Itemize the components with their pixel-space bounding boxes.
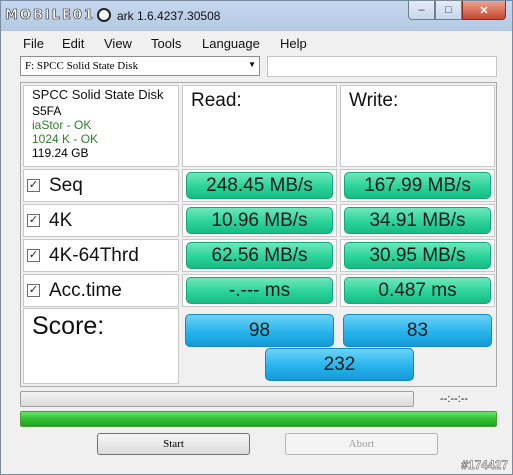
elapsed-time: --:--:--	[440, 393, 469, 405]
4k64-read-value: 62.56 MB/s	[186, 242, 333, 269]
4k64-read-cell: 62.56 MB/s	[182, 239, 337, 272]
4k64-write-value: 30.95 MB/s	[344, 242, 491, 269]
test-progress-bar	[20, 391, 414, 407]
menu-tools[interactable]: Tools	[151, 36, 181, 51]
seq-read-value: 248.45 MB/s	[186, 172, 333, 199]
window-controls: – □ ✕	[408, 1, 506, 20]
overall-progress-bar	[20, 411, 497, 427]
drive-size: 119.24 GB	[32, 146, 89, 160]
seq-write-value: 167.99 MB/s	[344, 172, 491, 199]
mobile01-logo: MOBILE01	[5, 5, 111, 25]
title-bar[interactable]: MOBILE01 ark 1.6.4237.30508 – □ ✕	[1, 1, 512, 31]
test-4k64-row[interactable]: ✓ 4K-64Thrd	[23, 239, 179, 272]
acctime-read-cell: -.--- ms	[182, 274, 337, 307]
drive-select-value: F: SPCC Solid State Disk	[25, 60, 139, 72]
score-label: Score:	[23, 308, 179, 384]
4k-label: 4K	[49, 209, 73, 231]
acctime-write-cell: 0.487 ms	[340, 274, 495, 307]
seq-read-cell: 248.45 MB/s	[182, 169, 337, 202]
abort-button[interactable]: Abort	[285, 433, 438, 455]
drive-select[interactable]: F: SPCC Solid State Disk ▼	[20, 56, 260, 76]
acctime-label: Acc.time	[49, 279, 122, 301]
score-read: 98	[185, 314, 334, 347]
drive-info-panel: SPCC Solid State Disk S5FA iaStor - OK 1…	[23, 85, 179, 167]
read-header: Read:	[182, 85, 337, 167]
4k64-write-cell: 30.95 MB/s	[340, 239, 495, 272]
4k-read-cell: 10.96 MB/s	[182, 204, 337, 237]
seq-label: Seq	[49, 174, 83, 196]
close-button[interactable]: ✕	[462, 1, 506, 20]
4k-read-value: 10.96 MB/s	[186, 207, 333, 234]
test-4k-row[interactable]: ✓ 4K	[23, 204, 179, 237]
menu-file[interactable]: File	[23, 36, 44, 51]
maximize-button[interactable]: □	[435, 1, 462, 20]
menu-edit[interactable]: Edit	[62, 36, 84, 51]
app-window: MOBILE01 ark 1.6.4237.30508 – □ ✕ File E…	[0, 0, 513, 475]
watermark-id: #174427	[461, 458, 508, 472]
4k64-label: 4K-64Thrd	[49, 244, 139, 266]
4k64-checkbox[interactable]: ✓	[27, 249, 40, 262]
seq-checkbox[interactable]: ✓	[27, 179, 40, 192]
write-header: Write:	[340, 85, 495, 167]
menu-view[interactable]: View	[104, 36, 132, 51]
logo-text: MOBILE01	[5, 7, 95, 23]
test-seq-row[interactable]: ✓ Seq	[23, 169, 179, 202]
score-write: 83	[343, 314, 492, 347]
logo-circle-icon	[97, 8, 111, 22]
menu-help[interactable]: Help	[280, 36, 307, 51]
acctime-checkbox[interactable]: ✓	[27, 284, 40, 297]
driver-status: iaStor - OK	[32, 118, 92, 132]
alignment-status: 1024 K - OK	[32, 132, 99, 146]
score-total: 232	[265, 348, 414, 381]
4k-checkbox[interactable]: ✓	[27, 214, 40, 227]
seq-write-cell: 167.99 MB/s	[340, 169, 495, 202]
4k-write-value: 34.91 MB/s	[344, 207, 491, 234]
dropdown-arrow-icon[interactable]: ▼	[248, 60, 256, 69]
minimize-button[interactable]: –	[408, 1, 435, 20]
4k-write-cell: 34.91 MB/s	[340, 204, 495, 237]
menu-bar: File Edit View Tools Language Help	[1, 32, 512, 54]
menu-language[interactable]: Language	[202, 36, 260, 51]
overall-progress-fill	[21, 412, 496, 426]
acctime-write-value: 0.487 ms	[344, 277, 491, 304]
drive-firmware: S5FA	[32, 104, 62, 118]
test-acctime-row[interactable]: ✓ Acc.time	[23, 274, 179, 307]
start-button[interactable]: Start	[97, 433, 250, 455]
info-text-field[interactable]	[267, 56, 497, 77]
window-title: ark 1.6.4237.30508	[117, 9, 221, 23]
acctime-read-value: -.--- ms	[186, 277, 333, 304]
drive-name: SPCC Solid State Disk	[32, 87, 164, 102]
